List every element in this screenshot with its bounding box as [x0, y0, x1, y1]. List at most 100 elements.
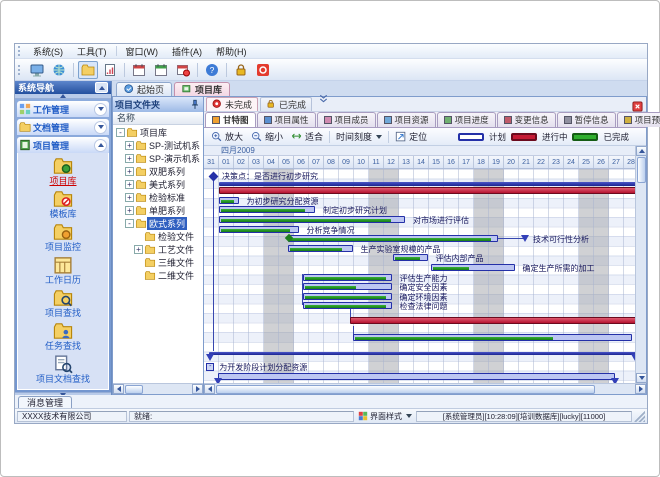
gantt-task-bar[interactable] [219, 216, 405, 223]
gantt-task-bar[interactable] [431, 264, 515, 271]
gantt-milestone-marker[interactable] [521, 235, 529, 242]
sidebar-item-项目文档查找[interactable]: 项目文档查找 [18, 354, 108, 384]
gantt-hscrollbar[interactable] [204, 383, 646, 394]
gantt-summary-bar[interactable] [219, 182, 639, 186]
tree-node-SP-演示机系[interactable]: +SP-演示机系 [113, 152, 203, 165]
tab-gantt-chart[interactable]: 甘特图 [205, 112, 256, 127]
group-chevron-button[interactable] [94, 121, 107, 134]
menu-item-4[interactable]: 帮助(H) [209, 44, 254, 59]
tree-node-单肥系列[interactable]: +单肥系列 [113, 204, 203, 217]
gantt-task-bar[interactable] [218, 373, 616, 380]
sidebar-item-工作日历[interactable]: 工作日历 [18, 255, 108, 285]
gantt-summary-bar[interactable] [209, 352, 637, 355]
tree-expander-plus[interactable]: + [134, 245, 143, 254]
tree-column-header[interactable]: 名称 [113, 112, 203, 125]
menu-item-1[interactable]: 工具(T) [70, 44, 114, 59]
folder-button[interactable] [78, 61, 98, 79]
zoom-in-button[interactable]: 放大 [207, 129, 247, 144]
sidebar-item-项目库[interactable]: 项目库 [18, 156, 108, 186]
gantt-task-bar[interactable] [303, 293, 392, 300]
scroll-thumb[interactable] [216, 385, 595, 394]
report-button[interactable] [100, 61, 120, 79]
scroll-down-button[interactable] [636, 373, 647, 383]
filter-tab-unfinished[interactable]: 未完成 [206, 97, 258, 111]
tree-node-二维文件[interactable]: 二维文件 [113, 269, 203, 282]
tree-expander-plus[interactable]: + [125, 154, 134, 163]
filter-tab-finished[interactable]: 已完成 [260, 97, 312, 111]
lock-button[interactable] [231, 61, 251, 79]
gantt-task-bar[interactable] [303, 283, 392, 290]
scroll-left-button[interactable] [113, 384, 124, 394]
menu-item-3[interactable]: 插件(A) [165, 44, 209, 59]
gantt-task-bar[interactable] [393, 254, 428, 261]
message-management-tab[interactable]: 消息管理 [18, 396, 72, 408]
scroll-thumb[interactable] [637, 157, 646, 183]
group-chevron-button[interactable] [94, 139, 107, 152]
calendar-green-button[interactable] [151, 61, 171, 79]
zoom-out-button[interactable]: 缩小 [247, 129, 287, 144]
fit-button[interactable]: 适合 [287, 129, 327, 144]
tree-node-欧式系列[interactable]: -欧式系列 [113, 217, 203, 230]
group-chevron-button[interactable] [94, 103, 107, 116]
tree-expander-plus[interactable]: + [125, 180, 134, 189]
scroll-left-button[interactable] [204, 384, 215, 394]
sidebar-group-header-0[interactable]: 工作管理 [17, 101, 109, 117]
gantt-task-bar[interactable] [288, 245, 353, 252]
tree-expander-plus[interactable]: + [125, 167, 134, 176]
menubar-grip[interactable] [18, 46, 23, 56]
ui-style-button[interactable]: 界面样式 [356, 411, 414, 422]
tree-expander-minus[interactable]: - [116, 128, 125, 137]
tree-node-三维文件[interactable]: 三维文件 [113, 256, 203, 269]
pin-icon[interactable] [189, 99, 201, 111]
sidebar-group-header-1[interactable]: 文档管理 [17, 119, 109, 135]
time-scale-button[interactable]: 时间刻度 [332, 129, 386, 144]
tab-project-properties[interactable]: 项目属性 [257, 112, 316, 127]
tab-start-page[interactable]: 起始页 [116, 82, 172, 96]
calendar-red-button[interactable] [129, 61, 149, 79]
tree-node-工艺文件[interactable]: +工艺文件 [113, 243, 203, 256]
gantt-inprogress-bar[interactable] [219, 187, 639, 194]
more-filters-button[interactable] [318, 91, 329, 109]
gantt-collapse-box[interactable]: - [206, 363, 214, 371]
tab-project-library[interactable]: 项目库 [174, 82, 230, 96]
tree-expander-plus[interactable]: + [125, 206, 134, 215]
tab-project-resources[interactable]: 项目资源 [377, 112, 436, 127]
tree-node-项目库[interactable]: -项目库 [113, 126, 203, 139]
menu-item-0[interactable]: 系统(S) [26, 44, 70, 59]
gantt-task-bar[interactable] [353, 334, 632, 341]
tab-change-info[interactable]: 变更信息 [497, 112, 556, 127]
tab-project-members[interactable]: 项目成员 [317, 112, 376, 127]
gantt-task-bar[interactable] [303, 302, 392, 309]
scroll-thumb[interactable] [125, 385, 143, 394]
sidebar-item-任务查找[interactable]: 任务查找 [18, 321, 108, 351]
help-button[interactable]: ? [202, 61, 222, 79]
menu-item-2[interactable]: 窗口(W) [119, 44, 166, 59]
gantt-vscrollbar[interactable] [635, 146, 646, 383]
tree-hscrollbar[interactable] [113, 383, 203, 394]
gantt-task-bar[interactable] [219, 197, 239, 204]
gantt-canvas[interactable]: 决策点：是否进行初步研究为初步研究分配资源制定初步研究计划对市场进行评估分析竞争… [204, 169, 646, 383]
scroll-right-button[interactable] [192, 384, 203, 394]
gantt-task-bar[interactable] [303, 274, 392, 281]
scroll-up-button[interactable] [636, 146, 647, 156]
gantt-task-bar[interactable] [288, 235, 498, 242]
tree-node-SP-测试机系[interactable]: +SP-测试机系 [113, 139, 203, 152]
gantt-task-bar[interactable] [219, 226, 299, 233]
tree-node-美式系列[interactable]: +美式系列 [113, 178, 203, 191]
tree-expander-plus[interactable]: + [125, 193, 134, 202]
tree-expander-minus[interactable]: - [125, 219, 134, 228]
sidebar-group-header-2[interactable]: 项目管理 [17, 137, 109, 153]
sidebar-collapse-button[interactable] [95, 82, 108, 93]
calendar-badge-button[interactable] [173, 61, 193, 79]
locate-button[interactable]: 定位 [391, 129, 431, 144]
globe-button[interactable] [49, 61, 69, 79]
computer-button[interactable] [27, 61, 47, 79]
sidebar-item-项目查找[interactable]: 项目查找 [18, 288, 108, 318]
logout-button[interactable] [253, 61, 273, 79]
resize-grip[interactable] [634, 411, 645, 422]
gantt-inprogress-bar[interactable] [350, 317, 637, 324]
gantt-task-bar[interactable] [219, 206, 315, 213]
scroll-right-button[interactable] [635, 384, 646, 394]
tree-node-检验标准[interactable]: +检验标准 [113, 191, 203, 204]
tree-expander-plus[interactable]: + [125, 141, 134, 150]
